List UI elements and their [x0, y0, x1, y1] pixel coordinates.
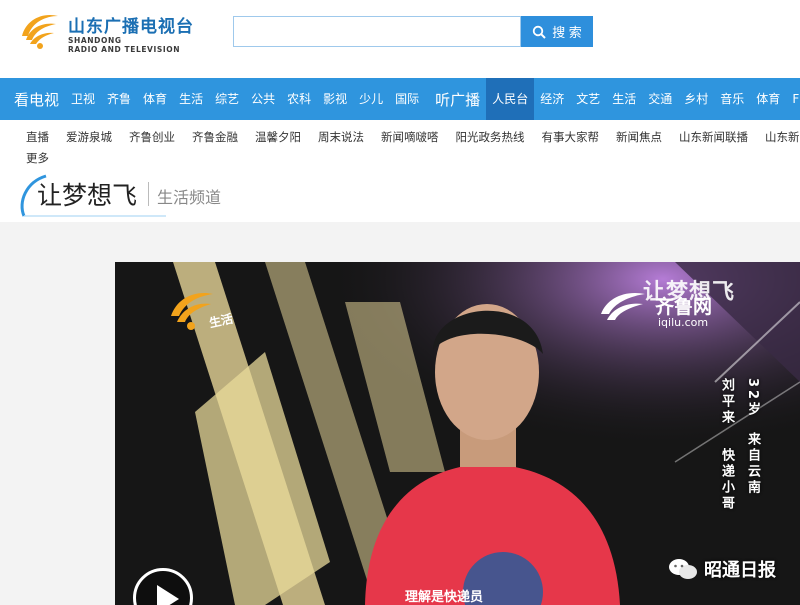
channel-header: 让梦想飞 生活频道	[0, 170, 800, 222]
wechat-icon	[669, 559, 697, 579]
logo-subtitle-line2: RADIO AND TELEVISION	[68, 45, 181, 54]
channel-subtitle: 生活频道	[157, 188, 222, 207]
logo-title: 山东广播电视台	[68, 17, 194, 37]
caption-name: 刘平来	[719, 378, 734, 426]
channel-divider	[148, 182, 149, 206]
channel-title: 让梦想飞	[37, 181, 138, 210]
search-icon	[532, 25, 546, 39]
search-input[interactable]	[233, 16, 521, 47]
wechat-watermark: 昭通日报	[668, 556, 776, 582]
subnav-more-link[interactable]: 更多	[26, 150, 49, 166]
nav-tv-item[interactable]: 卫视	[65, 78, 101, 120]
nav-radio-item[interactable]: 音乐	[714, 78, 750, 120]
nav-radio-item[interactable]: 交通	[642, 78, 678, 120]
play-icon	[157, 585, 179, 605]
subnav-link[interactable]: 阳光政务热线	[456, 129, 525, 145]
nav-radio-item-active[interactable]: 人民台	[486, 78, 535, 120]
subnav-link[interactable]: 直播	[26, 129, 49, 145]
subnav-link[interactable]: 新闻焦点	[616, 129, 662, 145]
nav-tv-item[interactable]: 少儿	[353, 78, 389, 120]
subnav-link[interactable]: 新闻嘀啵嗒	[381, 129, 439, 145]
nav-tv-item[interactable]: 影视	[317, 78, 353, 120]
nav-radio-item[interactable]: FM9	[786, 78, 800, 120]
caption-age: 32岁	[745, 378, 760, 419]
subnav-link[interactable]: 山东新闻	[765, 129, 800, 145]
subnav-link[interactable]: 爱游泉城	[66, 129, 112, 145]
nav-tv-title[interactable]: 看电视	[0, 89, 65, 110]
nav-tv-item[interactable]: 齐鲁	[101, 78, 137, 120]
subnav-link[interactable]: 有事大家帮	[542, 129, 600, 145]
logo-swirl-icon	[22, 14, 58, 49]
subnav-link[interactable]: 齐鲁金融	[192, 129, 238, 145]
caption-hometown: 来自云南	[745, 432, 760, 496]
subnav-link[interactable]: 齐鲁创业	[129, 129, 175, 145]
nav-radio-item[interactable]: 体育	[750, 78, 786, 120]
watermark-domain: iqilu.com	[658, 316, 709, 329]
logo-subtitle-line1: SHANDONG	[68, 36, 122, 45]
nav-tv-item[interactable]: 生活	[173, 78, 209, 120]
nav-tv-item[interactable]: 农科	[281, 78, 317, 120]
nav-tv-item[interactable]: 体育	[137, 78, 173, 120]
nav-radio-item[interactable]: 乡村	[678, 78, 714, 120]
video-player[interactable]: 生活 让梦想飞 齐鲁网 iqilu.com 刘平来 快递小哥 32岁 来自云南 …	[115, 262, 800, 605]
subnav-link[interactable]: 温馨夕阳	[255, 129, 301, 145]
site-logo[interactable]: 山东广播电视台 SHANDONG RADIO AND TELEVISION	[16, 6, 206, 58]
nav-tv-item[interactable]: 国际	[389, 78, 425, 120]
nav-radio-item[interactable]: 生活	[606, 78, 642, 120]
site-header: 山东广播电视台 SHANDONG RADIO AND TELEVISION 搜 …	[0, 0, 800, 78]
search-button[interactable]: 搜 索	[521, 16, 593, 47]
search-button-label: 搜 索	[552, 25, 582, 40]
wechat-account-name: 昭通日报	[704, 560, 776, 581]
main-nav: 看电视 卫视 齐鲁 体育 生活 综艺 公共 农科 影视 少儿 国际 听广播 人民…	[0, 78, 800, 120]
shirt-print-text: 理解是快递员	[405, 590, 484, 605]
nav-radio-item[interactable]: 经济	[534, 78, 570, 120]
subnav-link[interactable]: 山东新闻联播	[679, 129, 748, 145]
subnav-link[interactable]: 周末说法	[318, 129, 364, 145]
sub-nav: 直播 爱游泉城 齐鲁创业 齐鲁金融 温馨夕阳 周末说法 新闻嘀啵嗒 阳光政务热线…	[0, 120, 800, 170]
nav-radio-item[interactable]: 文艺	[570, 78, 606, 120]
nav-tv-item[interactable]: 公共	[245, 78, 281, 120]
nav-tv-item[interactable]: 综艺	[209, 78, 245, 120]
caption-occupation: 快递小哥	[719, 448, 734, 512]
nav-radio-title[interactable]: 听广播	[425, 89, 486, 110]
watermark-site-name: 齐鲁网	[655, 296, 713, 318]
